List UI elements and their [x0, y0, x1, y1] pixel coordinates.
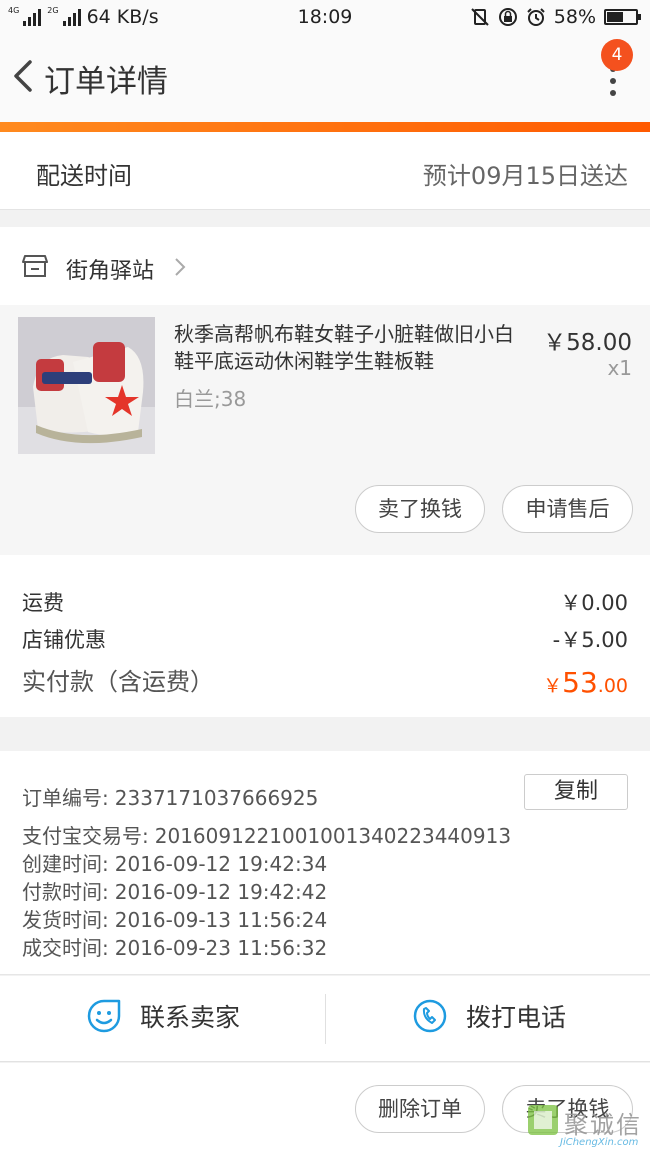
- status-bar: 4G 2G 64 KB/s 18:09 58%: [0, 0, 650, 34]
- paid-time: 2016-09-12 19:42:42: [114, 880, 328, 904]
- total-row: 实付款（含运费） ￥53.00: [22, 662, 628, 699]
- shop-name: 街角驿站: [66, 259, 155, 284]
- discount-value: -￥5.00: [552, 628, 628, 652]
- vibrate-off-icon: [471, 8, 489, 26]
- page-title: 订单详情: [44, 64, 168, 100]
- phone-icon: [413, 999, 447, 1033]
- product-price: ￥58.00: [543, 330, 632, 356]
- order-number-line: 订单编号: 2337171037666925: [22, 782, 318, 811]
- copy-button[interactable]: 复制: [524, 774, 628, 810]
- paid-time-label: 付款时间:: [22, 880, 109, 904]
- product-sku: 白兰;38: [174, 387, 247, 411]
- watermark-text: 聚诚信: [564, 1111, 642, 1139]
- delete-order-button[interactable]: 删除订单: [355, 1085, 485, 1133]
- contact-actions: 联系卖家 拨打电话: [0, 976, 650, 1062]
- alarm-icon: [527, 8, 545, 26]
- back-arrow-icon[interactable]: [8, 56, 38, 96]
- order-info-section: 订单编号: 2337171037666925 复制 支付宝交易号: 20160912…: [0, 751, 650, 975]
- delivery-label: 配送时间: [36, 162, 132, 190]
- shipped-time: 2016-09-13 11:56:24: [114, 908, 328, 932]
- watermark-logo-icon: [528, 1105, 558, 1135]
- completed-time: 2016-09-23 11:56:32: [114, 936, 328, 960]
- watermark: 聚诚信 JiChengXin.com: [526, 1101, 642, 1155]
- total-currency: ￥: [543, 675, 563, 697]
- battery-icon: [604, 9, 641, 25]
- fees-section: 运费 ￥0.00 店铺优惠 -￥5.00 实付款（含运费） ￥53.00: [0, 555, 650, 717]
- product-quantity: x1: [607, 356, 632, 380]
- created-time-label: 创建时间:: [22, 852, 109, 876]
- delivery-estimate: 预计09月15日送达: [422, 162, 628, 190]
- watermark-subtext: JiChengXin.com: [560, 1137, 639, 1148]
- header: 订单详情 4: [0, 34, 650, 122]
- created-time: 2016-09-12 19:42:34: [114, 852, 328, 876]
- chevron-right-icon: [175, 258, 186, 276]
- completed-time-label: 成交时间:: [22, 936, 109, 960]
- status-right: 58%: [470, 6, 641, 28]
- total-decimal: .00: [597, 675, 628, 697]
- sell-for-cash-button[interactable]: 卖了换钱: [355, 485, 485, 533]
- discount-label: 店铺优惠: [22, 628, 106, 652]
- contact-seller-label: 联系卖家: [140, 1003, 241, 1032]
- call-phone-label: 拨打电话: [466, 1003, 567, 1032]
- created-time-line: 创建时间: 2016-09-12 19:42:34: [22, 848, 327, 877]
- completed-time-line: 成交时间: 2016-09-23 11:56:32: [22, 932, 327, 961]
- order-number-label: 订单编号:: [22, 786, 109, 810]
- call-phone-button[interactable]: 拨打电话: [412, 998, 566, 1034]
- shipping-fee-value: ￥0.00: [560, 591, 628, 615]
- shipping-fee-label: 运费: [22, 591, 64, 615]
- alipay-number: 2016091221001001340223440913: [154, 824, 512, 848]
- shop-row[interactable]: 街角驿站: [0, 227, 650, 305]
- product-name: 秋季高帮帆布鞋女鞋子小脏鞋做旧小白鞋平底运动休闲鞋学生鞋板鞋: [174, 322, 514, 373]
- actions-divider: [325, 994, 326, 1044]
- contact-seller-button[interactable]: 联系卖家: [86, 998, 240, 1034]
- discount-row: 店铺优惠 -￥5.00: [22, 624, 628, 654]
- shipped-time-label: 发货时间:: [22, 908, 109, 932]
- delivery-section: 配送时间 预计09月15日送达: [0, 132, 650, 210]
- order-number: 2337171037666925: [114, 786, 319, 810]
- lock-icon: [498, 8, 517, 26]
- alipay-label: 支付宝交易号:: [22, 824, 149, 848]
- product-card[interactable]: 秋季高帮帆布鞋女鞋子小脏鞋做旧小白鞋平底运动休闲鞋学生鞋板鞋 白兰;38 ￥58…: [0, 305, 650, 555]
- notification-badge: 4: [601, 39, 633, 71]
- alipay-line: 支付宝交易号: 2016091221001001340223440913: [22, 820, 511, 849]
- after-sales-button[interactable]: 申请售后: [502, 485, 633, 533]
- paid-time-line: 付款时间: 2016-09-12 19:42:42: [22, 876, 327, 905]
- total-label: 实付款（含运费）: [22, 668, 214, 696]
- store-icon: [22, 255, 48, 277]
- total-value: ￥53.00: [543, 666, 628, 699]
- total-integer: 53: [562, 666, 598, 699]
- chat-face-icon: [87, 999, 121, 1033]
- product-image[interactable]: [18, 317, 155, 454]
- shipped-time-line: 发货时间: 2016-09-13 11:56:24: [22, 904, 327, 933]
- shipping-fee-row: 运费 ￥0.00: [22, 587, 628, 617]
- battery-percent: 58%: [553, 6, 596, 28]
- accent-bar: [0, 122, 650, 132]
